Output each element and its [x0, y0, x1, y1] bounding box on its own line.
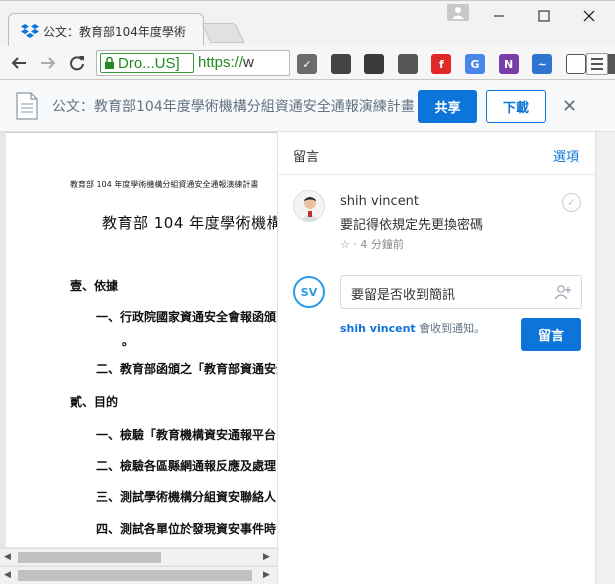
scroll-left-icon[interactable]: ◀ [4, 552, 11, 562]
close-icon [583, 10, 595, 22]
like-star-icon[interactable]: ☆ [340, 238, 350, 251]
minimize-button[interactable] [476, 3, 522, 29]
document-page: 教育部 104 年度學術機構分組資通安全通報演練計畫 教育部 104 年度學術機… [6, 132, 277, 547]
doc-line: 一、檢驗「教育機構資安通報平台 [96, 428, 277, 442]
viewer-header: 公文：教育部104年度學術機構分組資通安全通報演練計畫 共享 下載 ✕ [0, 80, 615, 132]
scroll-right-icon[interactable]: ▶ [263, 570, 270, 580]
close-viewer-icon[interactable]: ✕ [562, 96, 577, 117]
minimize-icon [494, 15, 504, 17]
reload-button[interactable] [65, 52, 89, 74]
document-icon [16, 92, 38, 120]
evernote-icon[interactable] [364, 54, 385, 74]
browser-tab-active[interactable]: 公文：教育部104年度學術 [8, 13, 204, 47]
phone-icon[interactable] [565, 54, 586, 74]
browser-menu-button[interactable] [586, 53, 608, 75]
comments-panel: 留言 選項 shih vincent 要記得依規定先更換密碼 ☆ · 4 分鐘前… [277, 132, 596, 584]
doc-line: 二、檢驗各區縣網通報反應及處理 [96, 459, 277, 473]
reload-icon [70, 56, 84, 71]
back-button[interactable] [7, 52, 31, 74]
page-header-text: 教育部 104 年度學術機構分組資通安全通報演練計畫 [70, 180, 259, 189]
scroll-right-icon[interactable]: ▶ [263, 552, 270, 562]
resolve-check-icon[interactable]: ✓ [562, 193, 581, 212]
window-close-button[interactable] [566, 3, 612, 29]
google-translate-icon[interactable]: G [465, 54, 485, 74]
back-arrow-icon [11, 57, 26, 69]
current-user-avatar: SV [293, 276, 325, 308]
comment-input[interactable]: 要留是否收到簡訊 [340, 275, 582, 309]
comment-text: 要記得依規定先更換密碼 [340, 218, 484, 233]
flipboard-icon[interactable]: f [431, 54, 452, 74]
doc-line: 三、測試學術機構分組資安聯絡人 [96, 490, 277, 504]
profile-icon[interactable] [447, 4, 469, 21]
tab-title: 公文：教育部104年度學術 [43, 25, 186, 39]
maximize-icon [538, 10, 550, 22]
doc-line: 二、教育部函頒之「教育部資通安全 [96, 362, 277, 376]
forward-arrow-icon [41, 57, 56, 69]
doc-line: 貳、目的 [70, 395, 119, 409]
post-comment-button[interactable]: 留言 [521, 318, 581, 351]
doc-line: 。 [122, 334, 135, 348]
secure-origin-chip[interactable]: Dro...US] [100, 53, 194, 73]
file-title: 公文：教育部104年度學術機構分組資通安全通報演練計畫 [52, 99, 415, 115]
secure-chip-label: Dro...US] [118, 54, 180, 72]
document-horizontal-scrollbar[interactable]: ◀ ▶ [0, 548, 277, 565]
notify-text: shih vincent 會收到通知。 [340, 322, 486, 335]
comment-author[interactable]: shih vincent [340, 194, 419, 209]
new-tab-button[interactable] [201, 23, 245, 43]
lock-icon [105, 57, 114, 69]
url-text: https://w [198, 54, 254, 71]
scrollbar-thumb[interactable] [18, 570, 252, 581]
sync-icon[interactable]: ~ [532, 54, 553, 74]
divider [278, 174, 596, 175]
window-titlebar: 公文：教育部104年度學術 [0, 0, 615, 47]
doc-line: 四、測試各單位於發現資安事件時 [96, 522, 277, 536]
address-bar[interactable]: Dro...US] https://w ☆ [96, 50, 290, 76]
maximize-button[interactable] [521, 3, 567, 29]
document-preview[interactable]: 教育部 104 年度學術機構分組資通安全通報演練計畫 教育部 104 年度學術機… [0, 132, 277, 584]
browser-toolbar: Dro...US] https://w ☆ ✓ fGN ~ [0, 46, 615, 80]
comments-heading: 留言 [293, 150, 320, 165]
comment-timestamp: 4 分鐘前 [360, 238, 404, 251]
onenote-icon[interactable]: N [498, 54, 519, 74]
forward-button[interactable] [36, 52, 60, 74]
avatar [293, 190, 325, 222]
scrollbar-thumb[interactable] [18, 552, 161, 563]
notify-user-link[interactable]: shih vincent [340, 322, 416, 335]
window-vertical-scrollbar[interactable] [595, 132, 615, 584]
page-title: 教育部 104 年度學術機構 [102, 214, 277, 232]
comment-meta: ☆ · 4 分鐘前 [340, 238, 404, 251]
comments-options-link[interactable]: 選項 [553, 146, 579, 165]
add-person-icon[interactable] [554, 283, 572, 301]
scroll-left-icon[interactable]: ◀ [4, 570, 11, 580]
window-horizontal-scrollbar[interactable]: ◀ ▶ [0, 566, 277, 584]
download-button[interactable]: 下載 [486, 90, 546, 123]
hand-tool-icon[interactable] [330, 54, 351, 74]
feedly-icon[interactable]: ✓ [297, 54, 317, 74]
doc-line: 壹、依據 [70, 279, 119, 293]
share-button[interactable]: 共享 [418, 90, 477, 123]
camera-extension-icon[interactable] [397, 54, 418, 74]
dropbox-icon [21, 24, 39, 38]
doc-line: 一、行政院國家資通安全會報函頒 [96, 310, 277, 324]
